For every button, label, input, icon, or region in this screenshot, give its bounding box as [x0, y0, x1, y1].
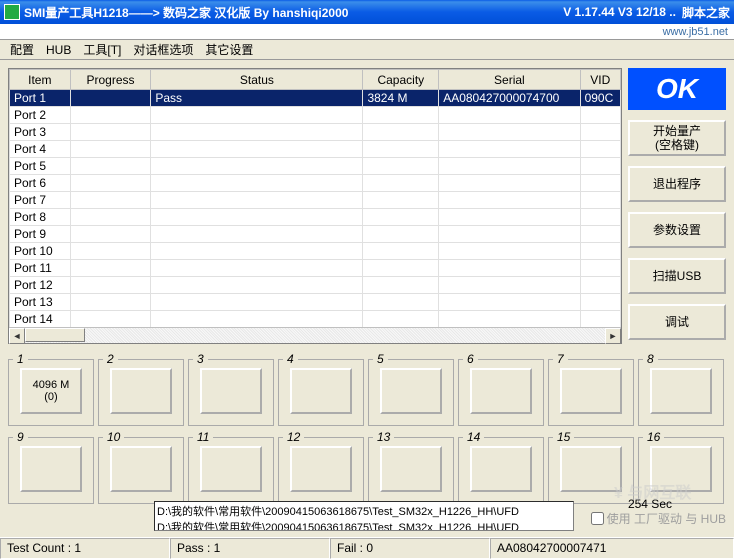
- table-row[interactable]: Port 13: [10, 294, 621, 311]
- slot-button-4[interactable]: [290, 368, 352, 414]
- title-bar: SMI量产工具H1218——> 数码之家 汉化版 By hanshiqi2000…: [0, 0, 734, 24]
- slot-button-9[interactable]: [20, 446, 82, 492]
- table-row[interactable]: Port 5: [10, 158, 621, 175]
- slot-1: 14096 M(0): [8, 352, 94, 426]
- slot-button-11[interactable]: [200, 446, 262, 492]
- col-status[interactable]: Status: [151, 70, 363, 90]
- menu-hub[interactable]: HUB: [40, 41, 77, 59]
- status-ok-indicator: OK: [628, 68, 726, 110]
- sub-bar: www.jb51.net: [0, 24, 734, 40]
- slot-button-13[interactable]: [380, 446, 442, 492]
- menu-tools[interactable]: 工具[T]: [77, 39, 127, 60]
- slot-14: 14: [458, 430, 544, 504]
- slot-12: 12: [278, 430, 364, 504]
- exit-button[interactable]: 退出程序: [628, 166, 726, 202]
- param-button[interactable]: 参数设置: [628, 212, 726, 248]
- table-row[interactable]: Port 3: [10, 124, 621, 141]
- col-progress[interactable]: Progress: [70, 70, 151, 90]
- slot-15: 15: [548, 430, 634, 504]
- menu-dialog[interactable]: 对话框选项: [127, 39, 199, 60]
- table-row[interactable]: Port 11: [10, 260, 621, 277]
- slot-5: 5: [368, 352, 454, 426]
- slot-button-12[interactable]: [290, 446, 352, 492]
- slot-13: 13: [368, 430, 454, 504]
- slot-button-1[interactable]: 4096 M(0): [20, 368, 82, 414]
- col-capacity[interactable]: Capacity: [363, 70, 439, 90]
- slot-9: 9: [8, 430, 94, 504]
- status-pass: Pass : 1: [170, 538, 330, 559]
- table-row[interactable]: Port 2: [10, 107, 621, 124]
- table-row[interactable]: Port 12: [10, 277, 621, 294]
- slot-button-10[interactable]: [110, 446, 172, 492]
- elapsed-seconds: 254 Sec: [628, 497, 672, 511]
- scroll-thumb[interactable]: [25, 328, 85, 342]
- hub-checkbox-label[interactable]: 使用 工厂驱动 与 HUB: [591, 510, 726, 527]
- status-fail: Fail : 0: [330, 538, 490, 559]
- scan-usb-button[interactable]: 扫描USB: [628, 258, 726, 294]
- slot-6: 6: [458, 352, 544, 426]
- table-row[interactable]: Port 1Pass3824 MAA080427000074700090C: [10, 90, 621, 107]
- slot-16: 16: [638, 430, 724, 504]
- table-row[interactable]: Port 8: [10, 209, 621, 226]
- slot-button-15[interactable]: [560, 446, 622, 492]
- slot-2: 2: [98, 352, 184, 426]
- table-row[interactable]: Port 10: [10, 243, 621, 260]
- menu-other[interactable]: 其它设置: [199, 39, 259, 60]
- menu-config[interactable]: 配置: [4, 39, 40, 60]
- status-test-count: Test Count : 1: [0, 538, 170, 559]
- title-extra: 脚本之家: [682, 4, 730, 21]
- slot-button-14[interactable]: [470, 446, 532, 492]
- window-title: SMI量产工具H1218——> 数码之家 汉化版 By hanshiqi2000: [24, 4, 348, 21]
- scroll-left-icon[interactable]: ◄: [9, 328, 25, 344]
- status-serial: AA08042700007471: [490, 538, 734, 559]
- port-table: Item Progress Status Capacity Serial VID…: [8, 68, 622, 344]
- table-row[interactable]: Port 14: [10, 311, 621, 328]
- app-icon: [4, 4, 20, 20]
- table-row[interactable]: Port 4: [10, 141, 621, 158]
- menu-bar: 配置 HUB 工具[T] 对话框选项 其它设置: [0, 40, 734, 60]
- col-item[interactable]: Item: [10, 70, 71, 90]
- slot-8: 8: [638, 352, 724, 426]
- slot-button-16[interactable]: [650, 446, 712, 492]
- h-scrollbar[interactable]: ◄ ►: [9, 327, 621, 343]
- table-row[interactable]: Port 6: [10, 175, 621, 192]
- status-bar: Test Count : 1 Pass : 1 Fail : 0 AA08042…: [0, 537, 734, 559]
- hub-checkbox[interactable]: [591, 512, 604, 525]
- slot-button-5[interactable]: [380, 368, 442, 414]
- slot-11: 11: [188, 430, 274, 504]
- col-serial[interactable]: Serial: [439, 70, 580, 90]
- slot-button-2[interactable]: [110, 368, 172, 414]
- slot-button-8[interactable]: [650, 368, 712, 414]
- log-output[interactable]: D:\我的软件\常用软件\20090415063618675\Test_SM32…: [154, 501, 574, 531]
- col-vid[interactable]: VID: [580, 70, 620, 90]
- table-row[interactable]: Port 9: [10, 226, 621, 243]
- slot-3: 3: [188, 352, 274, 426]
- slot-4: 4: [278, 352, 364, 426]
- slot-7: 7: [548, 352, 634, 426]
- version-label: V 1.17.44 V3 12/18 ..: [563, 5, 676, 19]
- start-button[interactable]: 开始量产 (空格键): [628, 120, 726, 156]
- slot-10: 10: [98, 430, 184, 504]
- slot-button-3[interactable]: [200, 368, 262, 414]
- url-label: www.jb51.net: [663, 26, 728, 38]
- scroll-right-icon[interactable]: ►: [605, 328, 621, 344]
- debug-button[interactable]: 调试: [628, 304, 726, 340]
- slot-button-6[interactable]: [470, 368, 532, 414]
- slot-button-7[interactable]: [560, 368, 622, 414]
- table-row[interactable]: Port 7: [10, 192, 621, 209]
